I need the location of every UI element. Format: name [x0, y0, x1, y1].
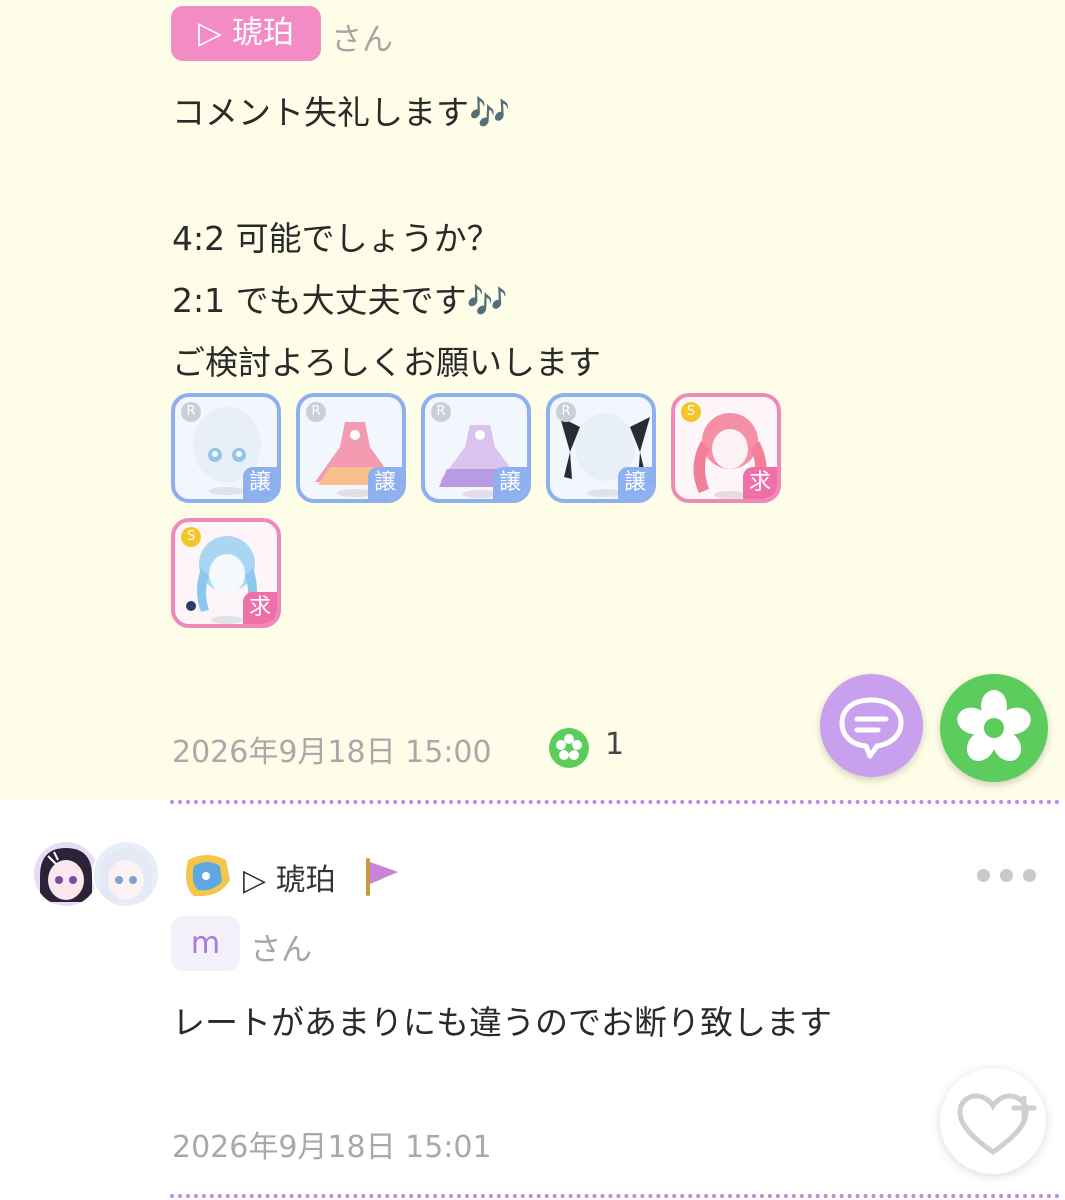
- rarity-badge: R: [306, 402, 326, 422]
- comment-line: コメント失礼します🎶: [172, 93, 511, 132]
- offer-badge: 譲: [243, 467, 277, 499]
- like-count: 1: [605, 727, 625, 762]
- timestamp: 2026年9月18日 15:01: [172, 1130, 492, 1165]
- flower-icon: [957, 690, 1031, 762]
- divider: [170, 1194, 1060, 1198]
- eyes-icon[interactable]: R 譲: [171, 393, 281, 503]
- black-ribbon-icon[interactable]: R 譲: [546, 393, 656, 503]
- heart-plus-icon: [957, 1093, 1037, 1156]
- flower-like-icon[interactable]: [548, 727, 590, 769]
- avatar[interactable]: [92, 840, 160, 908]
- offer-badge: 譲: [493, 467, 527, 499]
- reply-text: レートがあまりにも違うのでお断り致します: [172, 1003, 832, 1042]
- pink-dress-icon[interactable]: R 譲: [296, 393, 406, 503]
- comment-line: ご検討よろしくお願いします: [172, 343, 601, 382]
- flower-like-button[interactable]: [940, 674, 1048, 782]
- author-name[interactable]: ▷ 琥珀: [243, 855, 336, 899]
- badge-icon: [180, 850, 234, 900]
- timestamp: 2026年9月18日 15:00: [172, 735, 492, 770]
- honorific-label: さん: [331, 22, 393, 58]
- reply-to-tag[interactable]: ▷ 琥珀: [171, 6, 321, 61]
- offer-badge: 譲: [618, 467, 652, 499]
- rarity-badge: R: [181, 402, 201, 422]
- rarity-badge: R: [431, 402, 451, 422]
- speech-bubble-icon: [839, 697, 904, 759]
- offer-badge: 譲: [368, 467, 402, 499]
- rarity-badge: S: [681, 402, 701, 422]
- want-badge: 求: [743, 467, 777, 499]
- rarity-badge: S: [181, 527, 201, 547]
- lavender-dress-icon[interactable]: R 譲: [421, 393, 531, 503]
- add-like-button[interactable]: [940, 1068, 1046, 1174]
- want-badge: 求: [243, 592, 277, 624]
- reply-comment-button[interactable]: [820, 674, 923, 777]
- comment-line: 4:2 可能でしょうか？: [172, 219, 500, 258]
- honorific-label: さん: [250, 932, 312, 968]
- flag-icon: [360, 854, 404, 898]
- rarity-badge: R: [556, 402, 576, 422]
- reply-to-tag[interactable]: m: [171, 916, 240, 971]
- more-options-button[interactable]: [977, 867, 1046, 886]
- blue-braid-hair-icon[interactable]: S 求: [171, 518, 281, 628]
- avatar[interactable]: [32, 840, 100, 908]
- comment-line: 2:1 でも大丈夫です🎶: [172, 281, 508, 320]
- divider: [170, 800, 1060, 804]
- pink-twintail-hair-icon[interactable]: S 求: [671, 393, 781, 503]
